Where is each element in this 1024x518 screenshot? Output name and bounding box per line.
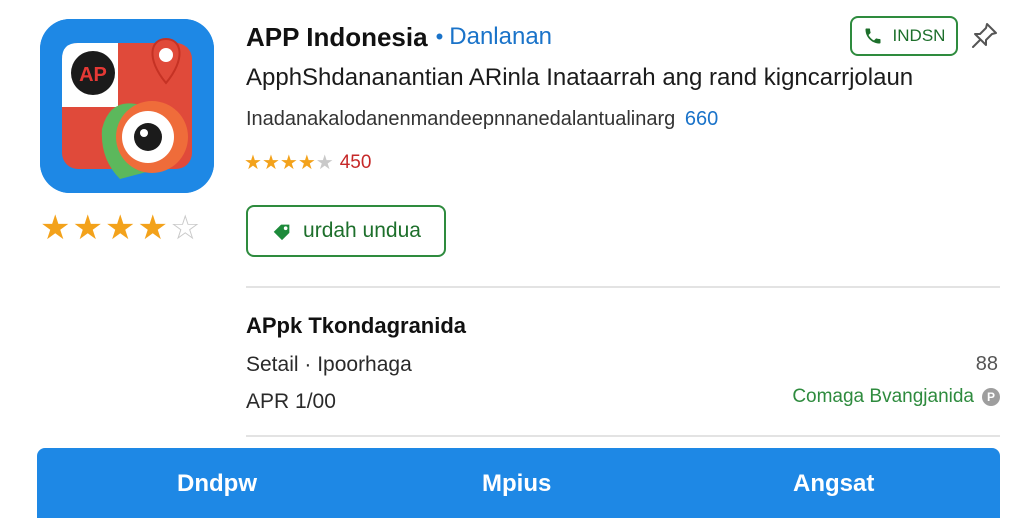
star-icon: ★ <box>244 152 262 174</box>
contact-button[interactable]: INDSN <box>850 16 958 56</box>
info-icon: P <box>982 388 1000 406</box>
small-rating: ★ ★ ★ ★ ★ 450 <box>244 151 371 175</box>
star-icon: ★ <box>40 209 71 247</box>
company-link-label: Comaga Bvangjanida <box>792 386 974 407</box>
divider <box>246 435 1000 437</box>
nav-item-label: Angsat <box>793 470 875 497</box>
big-rating-stars: ★ ★ ★ ★ ☆ <box>40 210 200 246</box>
detail-row-label: Setail · Ipoorhaga <box>246 353 412 376</box>
phone-icon <box>865 28 881 44</box>
download-label: urdah undua <box>303 219 421 242</box>
star-icon: ★ <box>261 152 280 174</box>
star-icon: ★ <box>137 209 168 247</box>
app-icon: AP <box>40 19 214 193</box>
section-title: APpk Tkondagranida <box>246 313 467 338</box>
title-row: APP Indonesia • Danlanan <box>246 20 552 54</box>
app-title: APP Indonesia <box>246 21 428 52</box>
version-label: APR 1/00 <box>246 390 336 413</box>
nav-item-angsat[interactable]: Angsat <box>793 470 874 498</box>
star-icon: ★ <box>279 152 298 174</box>
nav-item-dndpw[interactable]: Dndpw <box>177 470 257 498</box>
detail-row-value: 88 <box>975 353 998 375</box>
description-text: Inadanakalodanenmandeepnnanedalantualina… <box>246 108 676 130</box>
bottom-nav-bar: Dndpw Mpius Angsat <box>37 448 1000 518</box>
star-half-icon: ★ <box>315 152 334 174</box>
star-icon: ★ <box>104 209 136 247</box>
company-link[interactable]: Comaga Bvangjanida P <box>792 386 1000 408</box>
pin-icon[interactable] <box>968 20 1000 52</box>
nav-item-label: Dndpw <box>177 470 257 497</box>
separator-dot: • <box>435 24 444 49</box>
star-icon: ★ <box>297 152 316 174</box>
nav-item-label: Mpius <box>482 470 552 497</box>
star-icon: ★ <box>72 209 103 247</box>
pin-icon-graphic <box>972 23 997 48</box>
app-description: Inadanakalodanenmandeepnnanedalantualina… <box>246 108 718 131</box>
download-tag-icon <box>273 224 290 241</box>
rating-count: 450 <box>339 152 372 173</box>
contact-label: INDSN <box>892 26 946 45</box>
app-logo-graphic: AP <box>40 19 214 193</box>
nav-item-mpius[interactable]: Mpius <box>482 470 551 498</box>
divider <box>246 286 1000 288</box>
description-count[interactable]: 660 <box>685 108 718 130</box>
download-button[interactable]: urdah undua <box>246 205 446 257</box>
developer-link[interactable]: Danlanan <box>449 23 552 51</box>
star-empty-icon: ☆ <box>169 209 201 247</box>
app-tagline: ApphShdananantian ARinla Inataarrah ang … <box>246 64 914 91</box>
app-icon-badge-text: AP <box>79 64 107 86</box>
